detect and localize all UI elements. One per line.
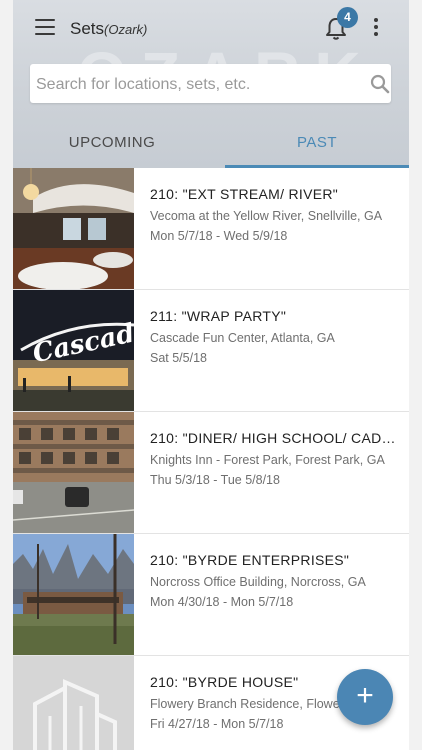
header: OZARK Sets(Ozark) 4	[13, 0, 409, 168]
sets-list: 210: "EXT STREAM/ RIVER" Vecoma at the Y…	[13, 168, 409, 750]
top-bar: Sets(Ozark) 4	[13, 0, 409, 56]
set-dates: Mon 5/7/18 - Wed 5/9/18	[150, 229, 288, 243]
tab-upcoming[interactable]: UPCOMING	[13, 120, 211, 168]
more-options-icon[interactable]	[373, 18, 379, 38]
set-dates: Mon 4/30/18 - Mon 5/7/18	[150, 595, 294, 609]
menu-icon[interactable]	[35, 19, 55, 35]
set-title: 210: "EXT STREAM/ RIVER"	[150, 186, 339, 202]
search-box	[30, 64, 391, 105]
search-input[interactable]	[34, 64, 348, 105]
set-thumbnail	[13, 168, 134, 289]
set-thumbnail	[13, 534, 134, 655]
plus-icon: +	[356, 679, 374, 712]
set-text: 210: "DINER/ HIGH SCHOOL/ CADE ... Knigh…	[150, 430, 401, 487]
set-dates: Sat 5/5/18	[150, 351, 207, 365]
set-location: Norcross Office Building, Norcross, GA	[150, 575, 366, 589]
add-set-button[interactable]: +	[337, 669, 393, 725]
title-text: Sets	[70, 19, 105, 38]
page-title: Sets(Ozark)	[70, 19, 147, 39]
list-item[interactable]: Cascade 211: "WRAP PARTY" Cascade Fun Ce…	[13, 290, 409, 412]
search-icon[interactable]	[370, 74, 390, 94]
set-location: Vecoma at the Yellow River, Snellville, …	[150, 209, 383, 223]
list-item[interactable]: 210: "EXT STREAM/ RIVER" Vecoma at the Y…	[13, 168, 409, 290]
set-thumbnail	[13, 412, 134, 533]
set-text: 210: "BYRDE ENTERPRISES" Norcross Office…	[150, 552, 401, 609]
tab-past[interactable]: PAST	[225, 120, 409, 168]
project-subtitle: (Ozark)	[104, 22, 148, 37]
notification-badge[interactable]: 4	[337, 7, 358, 28]
list-item[interactable]: 210: "BYRDE ENTERPRISES" Norcross Office…	[13, 534, 409, 656]
app-frame: OZARK Sets(Ozark) 4	[13, 0, 409, 750]
building-icon	[13, 656, 134, 750]
set-text: 210: "EXT STREAM/ RIVER" Vecoma at the Y…	[150, 186, 401, 243]
list-item[interactable]: 210: "DINER/ HIGH SCHOOL/ CADE ... Knigh…	[13, 412, 409, 534]
set-location: Cascade Fun Center, Atlanta, GA	[150, 331, 335, 345]
set-title: 210: "BYRDE ENTERPRISES"	[150, 552, 350, 568]
tab-bar: UPCOMING PAST	[13, 120, 409, 168]
set-location: Knights Inn - Forest Park, Forest Park, …	[150, 453, 385, 467]
set-title: 211: "WRAP PARTY"	[150, 308, 287, 324]
set-thumbnail-placeholder	[13, 656, 134, 750]
set-thumbnail: Cascade	[13, 290, 134, 411]
set-text: 211: "WRAP PARTY" Cascade Fun Center, At…	[150, 308, 401, 365]
set-dates: Thu 5/3/18 - Tue 5/8/18	[150, 473, 280, 487]
set-title: 210: "DINER/ HIGH SCHOOL/ CADE ...	[150, 430, 401, 446]
